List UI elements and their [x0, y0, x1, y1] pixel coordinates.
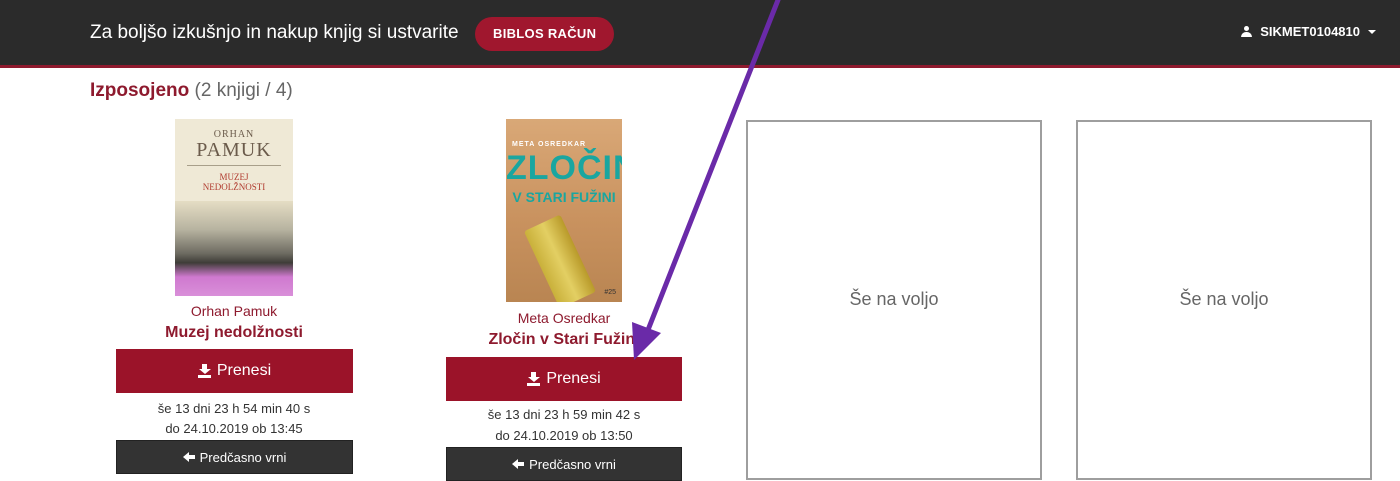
- return-label: Predčasno vrni: [529, 456, 616, 472]
- download-icon: [527, 372, 541, 386]
- borrowed-label: Izposojeno: [90, 80, 190, 101]
- download-button[interactable]: Prenesi: [116, 349, 353, 393]
- user-icon: [1241, 26, 1253, 37]
- return-label: Predčasno vrni: [199, 449, 287, 465]
- arrow-left-icon: [182, 452, 195, 462]
- book-title[interactable]: Zločin v Stari Fužini: [446, 331, 682, 349]
- user-menu[interactable]: SIKMET0104810: [1241, 24, 1376, 39]
- slot-available-text: Še na voljo: [1179, 289, 1269, 309]
- username: SIKMET0104810: [1260, 24, 1360, 39]
- cover-title-line1: ZLOČIN: [506, 149, 622, 187]
- cover-author: META OSREDKAR: [512, 141, 587, 148]
- empty-slot: Še na voljo: [1076, 120, 1372, 480]
- cover-title-line2: V STARI FUŽINI: [512, 189, 616, 205]
- promo-text: Za boljšo izkušnjo in nakup knjig si ust…: [90, 22, 459, 43]
- cover-image: [523, 214, 597, 302]
- early-return-button[interactable]: Predčasno vrni: [116, 440, 353, 474]
- slot-available-text: Še na voljo: [849, 289, 939, 309]
- book-author[interactable]: Orhan Pamuk: [115, 303, 353, 319]
- empty-slot: Še na voljo: [746, 120, 1042, 480]
- book-author[interactable]: Meta Osredkar: [446, 310, 682, 326]
- download-label: Prenesi: [546, 370, 601, 387]
- download-label: Prenesi: [216, 362, 272, 379]
- download-icon: [197, 364, 211, 378]
- time-left: še 13 dni 23 h 59 min 42 s: [487, 407, 641, 422]
- time-left: še 13 dni 23 h 54 min 40 s: [157, 401, 311, 416]
- early-return-button[interactable]: Predčasno vrni: [446, 447, 682, 481]
- cover-divider: [187, 165, 281, 166]
- book-cover[interactable]: META OSREDKAR ZLOČIN V STARI FUŽINI #25: [506, 119, 622, 302]
- due-date: do 24.10.2019 ob 13:45: [165, 421, 303, 436]
- arrow-left-icon: [512, 459, 525, 469]
- biblos-account-button[interactable]: BIBLOS RAČUN: [475, 17, 615, 51]
- cover-title-line2: NEDOLŽNOSTI: [202, 182, 266, 192]
- borrowed-count: (2 knjigi / 4): [194, 80, 293, 101]
- borrowed-heading: Izposojeno (2 knjigi / 4): [90, 80, 293, 102]
- cover-title-line1: MUZEJ: [219, 172, 249, 182]
- due-date: do 24.10.2019 ob 13:50: [495, 428, 633, 443]
- cover-name: PAMUK: [196, 139, 272, 161]
- cover-photo: [175, 201, 293, 296]
- download-button[interactable]: Prenesi: [446, 357, 682, 401]
- cover-publisher: #25: [604, 289, 616, 296]
- top-bar: Za boljšo izkušnjo in nakup knjig si ust…: [0, 0, 1400, 68]
- caret-down-icon: [1368, 29, 1376, 34]
- book-title[interactable]: Muzej nedolžnosti: [115, 324, 353, 342]
- cover-title: MUZEJ NEDOLŽNOSTI: [175, 172, 293, 192]
- book-cover[interactable]: ORHAN PAMUK MUZEJ NEDOLŽNOSTI: [175, 119, 293, 296]
